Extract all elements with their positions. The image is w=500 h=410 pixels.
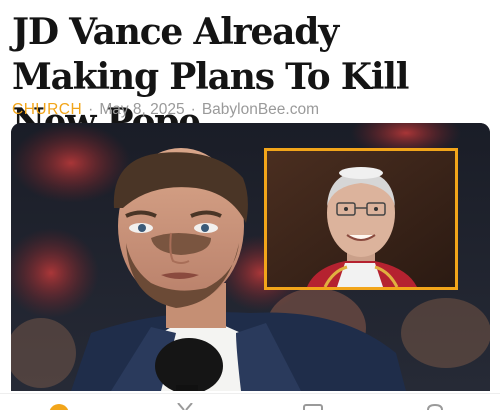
source-label: BabylonBee.com: [201, 101, 320, 118]
publish-date: May 8, 2025: [99, 101, 185, 118]
bottom-action-bar: [0, 393, 500, 410]
article-meta: CHURCH · May 8, 2025 · BabylonBee.com: [12, 101, 319, 119]
meta-separator: ·: [88, 101, 94, 118]
inset-portrait[interactable]: [264, 148, 458, 290]
category-label[interactable]: CHURCH: [12, 101, 82, 118]
inset-photo: [267, 151, 455, 287]
meta-separator: ·: [190, 101, 196, 118]
